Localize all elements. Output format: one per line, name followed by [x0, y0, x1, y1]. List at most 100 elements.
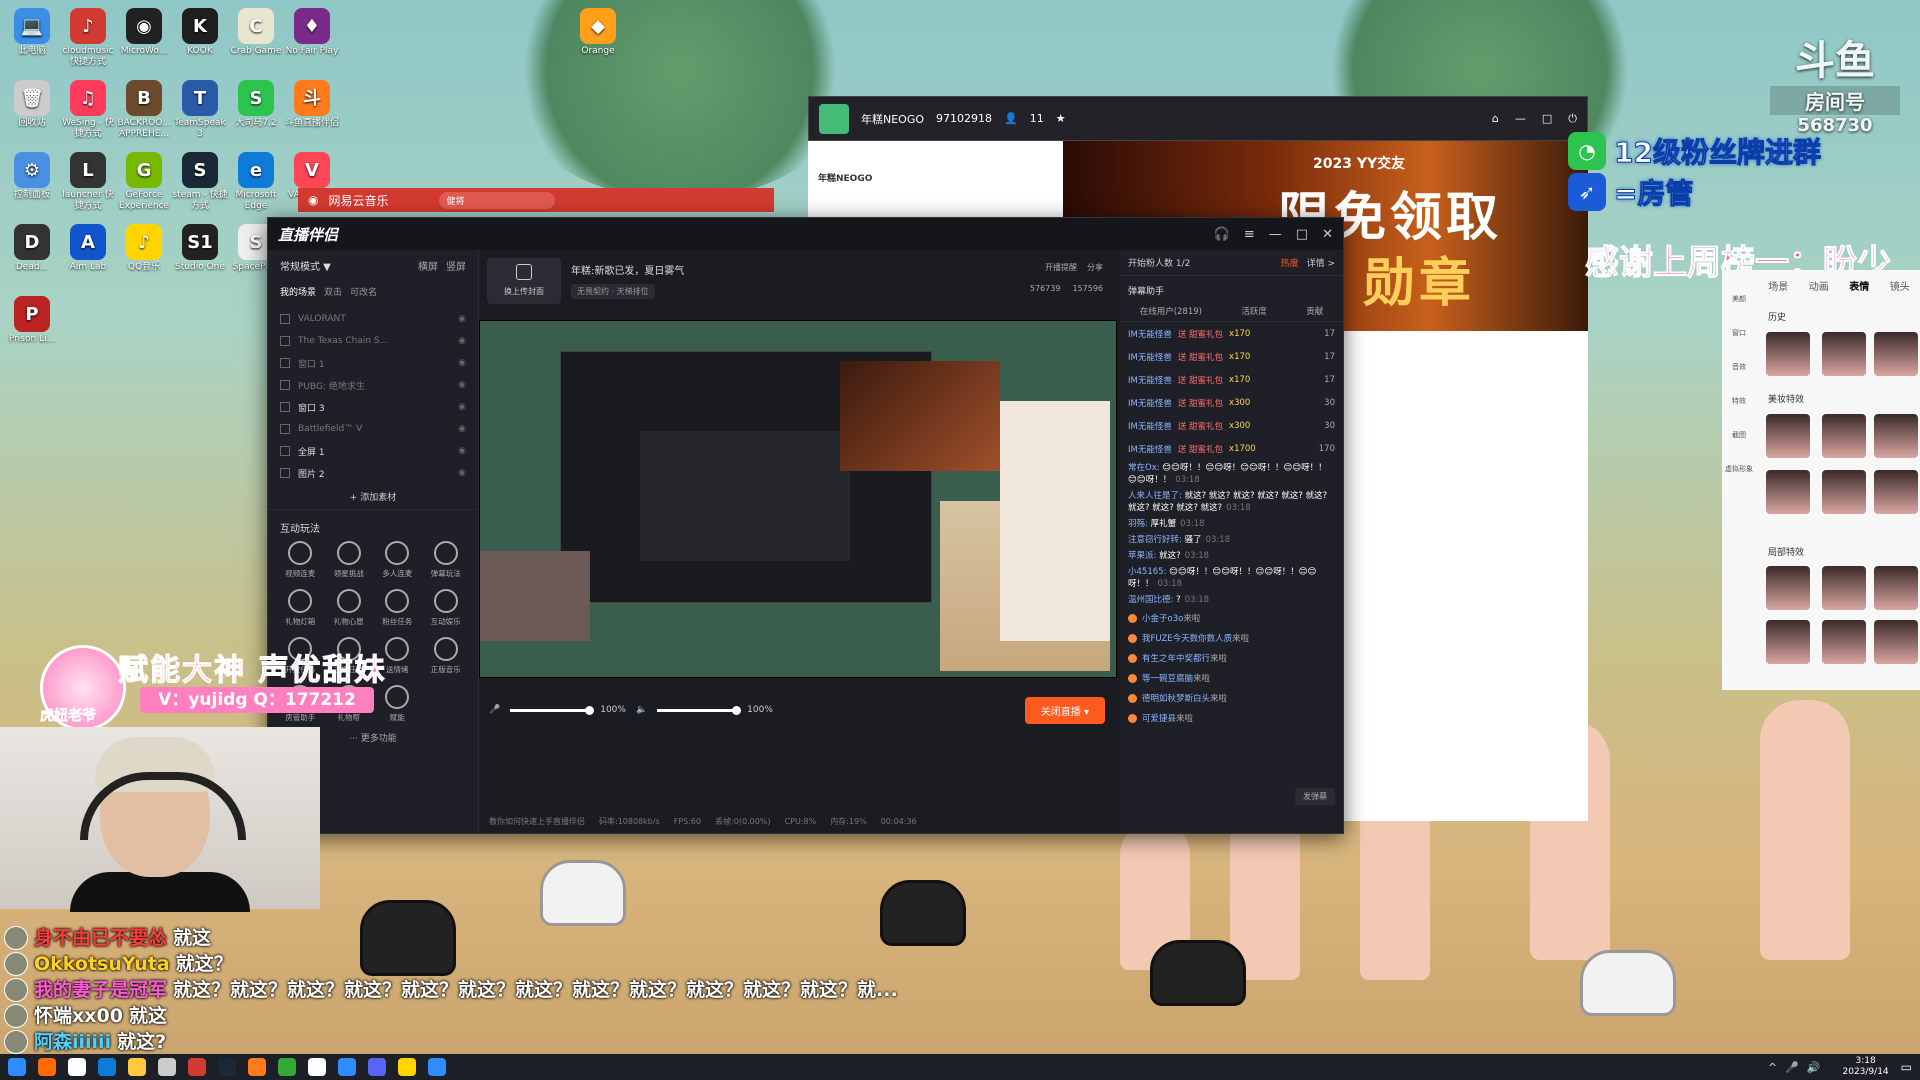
eye-icon[interactable]: ◉ — [458, 358, 466, 368]
desktop-icon[interactable]: Ssteam - 快捷方式 — [172, 152, 228, 212]
speaker-icon[interactable]: 🔈 — [636, 705, 647, 715]
effect-thumbnail[interactable] — [1766, 332, 1810, 376]
desktop-icon[interactable]: e Microsoft Edge — [228, 152, 284, 212]
effects-side-item[interactable]: 音效 — [1722, 338, 1756, 372]
effects-side-item[interactable]: 美颜 — [1722, 270, 1756, 304]
tool-button[interactable]: 粉丝任务 — [373, 589, 422, 627]
chat-user[interactable]: 注意窃行好转: — [1128, 535, 1182, 545]
end-live-button[interactable]: 关闭直播 ▾ — [1024, 696, 1105, 724]
source-item[interactable]: PUBG: 绝地求生 ◉ — [280, 374, 466, 396]
room-category[interactable]: 无畏契约 · 天梯排位 — [571, 284, 655, 299]
entry-user[interactable]: 德明如秋梦斯白头 — [1142, 692, 1210, 704]
effect-thumbnail[interactable] — [1766, 620, 1810, 664]
source-item[interactable]: 窗口 1 ◉ — [280, 352, 466, 374]
music-app-titlebar[interactable]: ◉ 网易云音乐 健将 — [298, 188, 774, 212]
desktop-icon[interactable]: T TeamSpeak 3 — [172, 80, 228, 140]
edge-icon[interactable] — [98, 1058, 116, 1076]
eye-icon[interactable]: ◉ — [458, 446, 466, 456]
taskbar-app-icon[interactable] — [278, 1058, 296, 1076]
tool-button[interactable]: 赋能 — [373, 685, 422, 723]
effect-thumbnail[interactable] — [1822, 470, 1866, 514]
chat-user[interactable]: 温州国比德: — [1128, 595, 1173, 605]
effect-thumbnail[interactable] — [1766, 566, 1810, 610]
start-icon[interactable] — [8, 1058, 26, 1076]
desktop-icon[interactable]: ♪ cloudmusic 快捷方式 — [60, 8, 116, 68]
effects-side-item[interactable]: 截图 — [1722, 406, 1756, 440]
add-source-button[interactable]: + 添加素材 — [268, 484, 478, 510]
source-checkbox[interactable] — [280, 424, 290, 434]
source-checkbox[interactable] — [280, 314, 290, 324]
steam-icon[interactable] — [218, 1058, 236, 1076]
tool-button[interactable]: 正版音乐 — [422, 637, 471, 675]
source-item[interactable]: VALORANT ◉ — [280, 308, 466, 330]
volume-icon[interactable]: 🔊 — [1807, 1061, 1821, 1074]
broadcast-titlebar[interactable]: 直播伴侣 🎧 ≡ — □ ✕ — [268, 218, 1343, 250]
source-checkbox[interactable] — [280, 446, 290, 456]
desktop-icon[interactable]: C Crab Game — [228, 8, 284, 57]
notify-button[interactable]: 开播提醒 — [1045, 262, 1077, 273]
effect-thumbnail[interactable] — [1822, 332, 1866, 376]
speaker-slider-knob[interactable] — [732, 705, 742, 715]
scene-tab[interactable]: 我的场景 — [280, 285, 316, 298]
detail-link[interactable]: 详情 > — [1307, 256, 1335, 269]
effects-tab[interactable]: 表情 — [1849, 278, 1869, 293]
maximize-icon[interactable]: □ — [1296, 227, 1308, 242]
scene-tab[interactable]: 可改名 — [350, 285, 377, 298]
mic-icon[interactable]: 🎤 — [1785, 1061, 1799, 1074]
taskbar-app-icon[interactable] — [158, 1058, 176, 1076]
taskbar-app-icon[interactable] — [398, 1058, 416, 1076]
source-item[interactable]: 全屏 1 ◉ — [280, 440, 466, 462]
danmu-tab[interactable]: 在线用户(2819) — [1140, 305, 1202, 317]
desktop-icon[interactable]: S 大司马7.2 — [228, 80, 284, 129]
send-danmu-button[interactable]: 发弹幕 — [1295, 788, 1335, 805]
home-icon[interactable]: ⌂ — [1492, 112, 1499, 126]
tool-button[interactable]: 视频连麦 — [276, 541, 325, 579]
minimize-icon[interactable]: — — [1269, 227, 1282, 242]
yy-titlebar[interactable]: 年糕NEOGO 97102918 👤 11 ★ ⌂ — □ ⏻ — [808, 96, 1588, 141]
mic-icon[interactable]: 🎤 — [489, 705, 500, 715]
desktop-icon[interactable]: 🗑 回收站 — [4, 80, 60, 129]
yy-chat-area[interactable] — [1342, 331, 1588, 821]
source-item[interactable]: Battlefield™ V ◉ — [280, 418, 466, 440]
music-icon[interactable] — [188, 1058, 206, 1076]
entry-user[interactable]: 有生之年中奖都行 — [1142, 652, 1210, 664]
eye-icon[interactable]: ◉ — [458, 336, 466, 346]
cover-upload-button[interactable]: 换上传封面 — [487, 258, 561, 304]
desktop-icon[interactable]: ♫ WeSing - 快捷方式 — [60, 80, 116, 140]
desktop-icon[interactable]: D Dead... — [4, 224, 60, 273]
desktop-icon[interactable]: A Aim Lab — [60, 224, 116, 273]
entry-user[interactable]: 我FUZE今天数你数人质 — [1142, 632, 1232, 644]
notification-icon[interactable]: ▭ — [1901, 1060, 1912, 1074]
menu-icon[interactable]: ≡ — [1244, 227, 1255, 242]
effect-thumbnail[interactable] — [1874, 620, 1918, 664]
source-item[interactable]: 窗口 3 ◉ — [280, 396, 466, 418]
desktop-icon[interactable]: G GeForce Experience — [116, 152, 172, 212]
orientation-button[interactable]: 横屏 — [418, 258, 438, 273]
entry-user[interactable]: 可爱捷县 — [1142, 712, 1176, 724]
music-search-input[interactable]: 健将 — [438, 191, 555, 209]
taskbar-app-icon[interactable] — [68, 1058, 86, 1076]
effect-thumbnail[interactable] — [1874, 332, 1918, 376]
tool-button[interactable]: 礼物心愿 — [325, 589, 374, 627]
effects-side-item[interactable]: 虚拟形象 — [1722, 440, 1756, 474]
mic-slider-knob[interactable] — [585, 705, 595, 715]
power-icon[interactable]: ⏻ — [1568, 112, 1577, 126]
tool-button[interactable]: 礼物灯箱 — [276, 589, 325, 627]
desktop-icon[interactable]: ♦ No Fair Play — [284, 8, 340, 57]
desktop-icon[interactable]: 斗斗鱼直播伴侣 — [284, 80, 340, 129]
source-checkbox[interactable] — [280, 402, 290, 412]
eye-icon[interactable]: ◉ — [458, 468, 466, 478]
room-title[interactable]: 年糕:新歌已发，夏日雾气 — [571, 262, 684, 277]
star-icon[interactable]: ★ — [1056, 112, 1066, 125]
close-icon[interactable]: ✕ — [1322, 227, 1333, 242]
effect-thumbnail[interactable] — [1874, 566, 1918, 610]
tool-button[interactable]: 互动娱乐 — [422, 589, 471, 627]
tool-button[interactable]: 弹幕玩法 — [422, 541, 471, 579]
douyu-icon[interactable] — [248, 1058, 266, 1076]
gift-sender[interactable]: IM无能怪兽 — [1128, 420, 1172, 432]
effects-tab[interactable]: 镜头 — [1890, 278, 1910, 293]
source-checkbox[interactable] — [280, 336, 290, 346]
chevron-up-icon[interactable]: ^ — [1768, 1061, 1777, 1074]
tool-button[interactable]: 领星挑战 — [325, 541, 374, 579]
gift-sender[interactable]: IM无能怪兽 — [1128, 328, 1172, 340]
